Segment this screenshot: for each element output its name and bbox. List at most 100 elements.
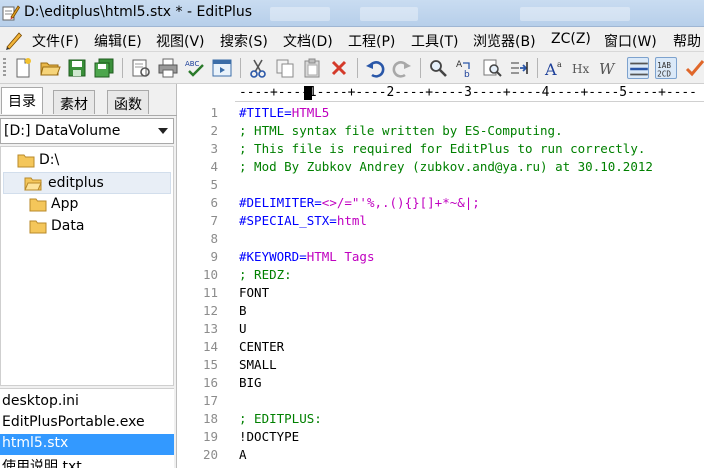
code-token: ; This file is required for EditPlus to … [239, 141, 646, 156]
code-line[interactable]: 16 BIG [180, 374, 704, 392]
code-area[interactable]: 1 #TITLE=HTML5 2 ; HTML syntax file written… [180, 104, 704, 468]
line-text[interactable]: ; EDITPLUS: [239, 411, 322, 426]
paste-icon[interactable] [301, 57, 323, 79]
save-all-icon[interactable] [93, 57, 115, 79]
open-folder-icon[interactable] [39, 57, 61, 79]
tab-functions[interactable]: 函数 [107, 90, 149, 114]
menu-project[interactable]: 工程(P) [348, 31, 395, 51]
menu-view[interactable]: 视图(V) [156, 31, 205, 51]
code-line[interactable]: 1 #TITLE=HTML5 [180, 104, 704, 122]
line-text[interactable]: FONT [239, 285, 269, 300]
menu-bar: 文件(F) 编辑(E) 视图(V) 搜索(S) 文档(D) 工程(P) 工具(T… [0, 27, 704, 52]
goto-line-icon[interactable] [508, 57, 530, 79]
code-line[interactable]: 18 ; EDITPLUS: [180, 410, 704, 428]
tree-item-data[interactable]: Data [27, 216, 167, 238]
tab-directory[interactable]: 目录 [1, 87, 43, 114]
replace-icon[interactable]: Ab [454, 57, 476, 79]
menu-search[interactable]: 搜索(S) [220, 31, 268, 51]
line-text[interactable]: BIG [239, 375, 262, 390]
new-file-icon[interactable] [12, 57, 34, 79]
tree-item-editplus[interactable]: editplus [3, 172, 171, 194]
cliptext-icon[interactable] [684, 57, 704, 79]
line-text[interactable]: A [239, 447, 247, 462]
code-line[interactable]: 15 SMALL [180, 356, 704, 374]
cut-icon[interactable] [247, 57, 269, 79]
code-line[interactable]: 2 ; HTML syntax file written by ES-Comput… [180, 122, 704, 140]
code-line[interactable]: 13 U [180, 320, 704, 338]
line-text[interactable]: ; REDZ: [239, 267, 292, 282]
code-line[interactable]: 7 #SPECIAL_STX=html [180, 212, 704, 230]
svg-text:A: A [544, 60, 557, 79]
menu-help[interactable]: 帮助 [673, 31, 701, 51]
editplus-app-icon[interactable] [2, 4, 20, 22]
undo-icon[interactable] [364, 57, 386, 79]
file-item[interactable]: EditPlusPortable.exe [0, 413, 174, 434]
print-icon[interactable] [157, 57, 179, 79]
ruler-icon[interactable] [627, 57, 649, 79]
file-item[interactable]: desktop.ini [0, 392, 174, 413]
line-text[interactable]: ; HTML syntax file written by ES-Computi… [239, 123, 563, 138]
find-in-files-icon[interactable] [481, 57, 503, 79]
line-text[interactable]: CENTER [239, 339, 284, 354]
delete-icon[interactable] [328, 57, 350, 79]
file-item[interactable]: 使用说明.txt [0, 455, 174, 468]
line-text[interactable]: B [239, 303, 247, 318]
hex-viewer-icon[interactable]: Hx [571, 57, 593, 79]
toolbar-grip[interactable] [3, 58, 6, 78]
code-line[interactable]: 4 ; Mod By Zubkov Andrey (zubkov.and@ya.r… [180, 158, 704, 176]
code-line[interactable]: 3 ; This file is required for EditPlus to… [180, 140, 704, 158]
menu-zc[interactable]: ZC(Z) [551, 31, 591, 47]
file-item-selected[interactable]: html5.stx [0, 434, 174, 455]
code-line[interactable]: 8 [180, 230, 704, 248]
line-text[interactable]: #KEYWORD=HTML Tags [239, 249, 374, 264]
menu-document[interactable]: 文档(D) [283, 31, 333, 51]
line-text[interactable]: #DELIMITER=<>/="'%,.(){}[]+*~&|; [239, 195, 480, 210]
redo-icon[interactable] [391, 57, 413, 79]
line-text[interactable]: #TITLE=HTML5 [239, 105, 329, 120]
drive-select[interactable]: [D:] DataVolume [0, 118, 174, 144]
line-number-icon[interactable]: 1AB 2CD [655, 57, 677, 79]
code-line[interactable]: 14 CENTER [180, 338, 704, 356]
menu-browser[interactable]: 浏览器(B) [473, 31, 536, 51]
code-line[interactable]: 9 #KEYWORD=HTML Tags [180, 248, 704, 266]
spell-check-icon[interactable]: ABC [184, 57, 206, 79]
tree-item-d-drive[interactable]: D:\ [15, 150, 165, 172]
line-number: 4 [210, 159, 218, 174]
menu-tools[interactable]: 工具(T) [411, 31, 458, 51]
code-line[interactable]: 20 A [180, 446, 704, 464]
pencil-icon[interactable] [4, 30, 24, 50]
code-line[interactable]: 5 [180, 176, 704, 194]
code-line[interactable]: 6 #DELIMITER=<>/="'%,.(){}[]+*~&|; [180, 194, 704, 212]
line-text[interactable]: ; This file is required for EditPlus to … [239, 141, 645, 156]
toolbar-separator [357, 58, 358, 78]
code-line[interactable]: 17 [180, 392, 704, 410]
browser-preview-icon[interactable] [211, 57, 233, 79]
tree-item-app[interactable]: App [27, 194, 167, 216]
line-text[interactable]: !DOCTYPE [239, 429, 299, 444]
copy-icon[interactable] [274, 57, 296, 79]
tab-cliptext[interactable]: 素材 [53, 90, 95, 114]
code-token: #DELIMITER= [239, 195, 322, 210]
svg-text:Hx: Hx [572, 62, 589, 76]
chevron-down-icon[interactable] [158, 128, 168, 134]
line-text[interactable]: U [239, 321, 247, 336]
open-folder-icon [24, 177, 42, 191]
code-line[interactable]: 19 !DOCTYPE [180, 428, 704, 446]
word-wrap-icon[interactable]: W [598, 57, 620, 79]
code-line[interactable]: 10 ; REDZ: [180, 266, 704, 284]
menu-window[interactable]: 窗口(W) [604, 31, 657, 51]
editor-pane[interactable]: ----+----1----+----2----+----3----+----4… [180, 84, 704, 468]
line-text[interactable]: SMALL [239, 357, 277, 372]
code-line[interactable]: 12 B [180, 302, 704, 320]
save-icon[interactable] [66, 57, 88, 79]
find-icon[interactable] [427, 57, 449, 79]
line-text[interactable]: ; Mod By Zubkov Andrey (zubkov.and@ya.ru… [239, 159, 653, 174]
menu-edit[interactable]: 编辑(E) [94, 31, 142, 51]
line-text[interactable]: #SPECIAL_STX=html [239, 213, 367, 228]
svg-text:a: a [557, 60, 562, 69]
code-token: FONT [239, 285, 270, 300]
menu-file[interactable]: 文件(F) [32, 31, 79, 51]
font-size-icon[interactable]: Aa [544, 57, 566, 79]
code-line[interactable]: 11 FONT [180, 284, 704, 302]
print-preview-icon[interactable] [130, 57, 152, 79]
